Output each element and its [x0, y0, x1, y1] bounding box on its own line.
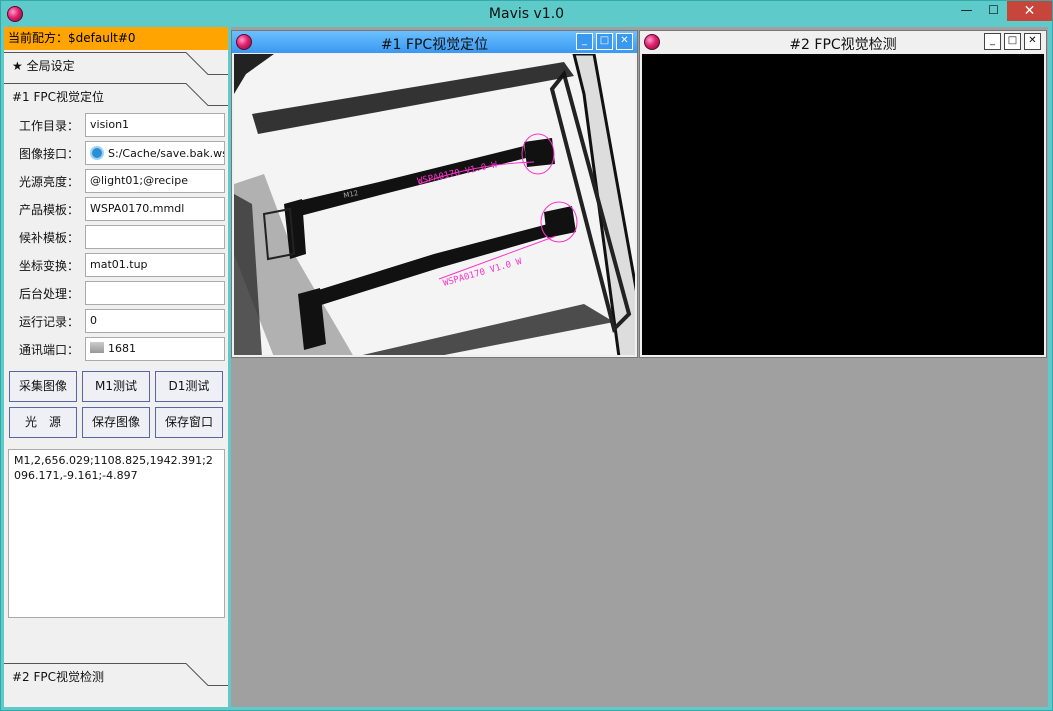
light-brightness-input[interactable]: @light01;@recipe	[85, 169, 225, 193]
field-label: 坐标变换：	[19, 259, 80, 273]
recipe-bar: 当前配方：$default#0	[4, 27, 228, 50]
field-light-brightness: 光源亮度： @light01;@recipe	[8, 169, 226, 193]
subwindow-fpc-inspection[interactable]: #2 FPC视觉检测 _ □ ✕	[639, 30, 1047, 358]
field-label: 产品模板：	[19, 203, 80, 217]
field-value: 0	[90, 314, 97, 327]
main-window: Mavis v1.0 — ☐ ✕ 当前配方：$default#0 ★ 全局设定 …	[0, 0, 1053, 711]
subwindow-minimize-button[interactable]: _	[984, 33, 1001, 50]
field-label: 候补模板：	[19, 231, 80, 245]
camera-image-view[interactable]: WSPA0170 V1.0 W WSPA0170 V1.0 W M12	[234, 54, 635, 355]
maximize-button[interactable]: ☐	[980, 1, 1007, 21]
field-product-template: 产品模板： WSPA0170.mmdl	[8, 197, 226, 221]
tab-fpc-positioning-label: #1 FPC视觉定位	[12, 90, 105, 104]
field-value: mat01.tup	[90, 258, 148, 271]
field-value: S:/Cache/save.bak.wsp	[108, 147, 225, 160]
save-window-button[interactable]: 保存窗口	[155, 407, 223, 438]
field-run-log: 运行记录： 0	[8, 309, 226, 333]
field-value: vision1	[90, 118, 130, 131]
m1-test-button[interactable]: M1测试	[82, 371, 150, 402]
tab-fpc-inspection-label: #2 FPC视觉检测	[12, 670, 105, 684]
subwindow-close-button[interactable]: ✕	[616, 33, 633, 50]
subwindow-title-bar[interactable]: #1 FPC视觉定位 _ □ ✕	[232, 31, 637, 53]
work-dir-input[interactable]: vision1	[85, 113, 225, 137]
field-value: 1681	[108, 342, 136, 355]
field-value: @light01;@recipe	[90, 174, 188, 187]
d1-test-button[interactable]: D1测试	[155, 371, 223, 402]
result-log-textarea[interactable]: M1,2,656.029;1108.825,1942.391;2096.171,…	[8, 449, 225, 618]
background-process-input[interactable]	[85, 281, 225, 305]
field-label: 图像接口：	[19, 147, 80, 161]
comm-port-input[interactable]: 1681	[85, 337, 225, 361]
field-value: WSPA0170.mmdl	[90, 202, 185, 215]
fpc-camera-image: WSPA0170 V1.0 W WSPA0170 V1.0 W M12	[234, 54, 635, 355]
close-button[interactable]: ✕	[1007, 1, 1052, 21]
field-backup-template: 候补模板：	[8, 225, 226, 249]
field-label: 工作目录：	[19, 119, 80, 133]
camera-icon	[90, 146, 104, 160]
black-empty-view[interactable]	[642, 54, 1044, 355]
field-label: 后台处理：	[19, 287, 80, 301]
subwindow-title-bar[interactable]: #2 FPC视觉检测 _ □ ✕	[640, 31, 1046, 53]
tab-fpc-inspection[interactable]: #2 FPC视觉检测	[4, 663, 228, 689]
title-bar[interactable]: Mavis v1.0 — ☐ ✕	[1, 1, 1052, 27]
light-source-button[interactable]: 光 源	[9, 407, 77, 438]
subwindow-maximize-button[interactable]: □	[1004, 33, 1021, 50]
field-comm-port: 通讯端口： 1681	[8, 337, 226, 361]
tab-global-settings[interactable]: ★ 全局设定	[4, 52, 228, 78]
subwindow-fpc-positioning[interactable]: #1 FPC视觉定位 _ □ ✕ WSPA0170 V1.0 W WSPA017…	[231, 30, 638, 358]
subwindow-maximize-button[interactable]: □	[596, 33, 613, 50]
field-coord-transform: 坐标变换： mat01.tup	[8, 253, 226, 277]
tab-global-settings-label: ★ 全局设定	[12, 59, 75, 73]
run-log-input[interactable]: 0	[85, 309, 225, 333]
network-port-icon	[90, 342, 104, 353]
field-background-process: 后台处理：	[8, 281, 226, 305]
field-label: 光源亮度：	[19, 175, 80, 189]
field-work-dir: 工作目录： vision1	[8, 113, 226, 137]
backup-template-input[interactable]	[85, 225, 225, 249]
tab-fpc-positioning[interactable]: #1 FPC视觉定位	[4, 83, 228, 109]
capture-image-button[interactable]: 采集图像	[9, 371, 77, 402]
product-template-input[interactable]: WSPA0170.mmdl	[85, 197, 225, 221]
subwindow-minimize-button[interactable]: _	[576, 33, 593, 50]
minimize-button[interactable]: —	[953, 1, 980, 21]
coord-transform-input[interactable]: mat01.tup	[85, 253, 225, 277]
window-title: Mavis v1.0	[488, 6, 565, 22]
field-label: 运行记录：	[19, 315, 80, 329]
mdi-workspace: #1 FPC视觉定位 _ □ ✕ WSPA0170 V1.0 W WSPA017…	[231, 27, 1048, 707]
left-panel: 当前配方：$default#0 ★ 全局设定 #1 FPC视觉定位 工作目录： …	[4, 27, 228, 707]
field-label: 通讯端口：	[19, 343, 80, 357]
subwindow-close-button[interactable]: ✕	[1024, 33, 1041, 50]
field-image-interface: 图像接口： S:/Cache/save.bak.wsp	[8, 141, 226, 165]
image-interface-input[interactable]: S:/Cache/save.bak.wsp	[85, 141, 225, 165]
save-image-button[interactable]: 保存图像	[82, 407, 150, 438]
